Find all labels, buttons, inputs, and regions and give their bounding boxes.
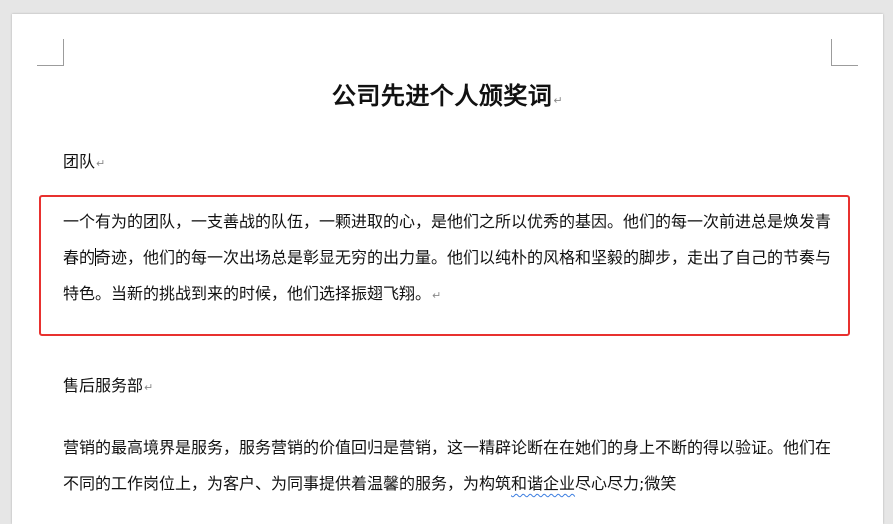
paragraph-after-sales[interactable]: 营销的最高境界是服务，服务营销的价值回归是营销，这一精辟论断在在她们的身上不断的… <box>63 430 838 502</box>
margin-corner-top-right <box>831 39 858 66</box>
margin-corner-top-left <box>37 39 64 66</box>
paragraph-mark-icon: ↵ <box>144 381 154 394</box>
paragraph-mark-icon: ↵ <box>96 157 106 170</box>
section-heading-team[interactable]: 团队↵ <box>63 148 105 172</box>
document-page[interactable]: 公司先进个人颁奖词↵ 团队↵ 一个有为的团队，一支善战的队伍，一颗进取的心，是他… <box>12 14 883 524</box>
spellcheck-flagged-text[interactable]: 和谐企业 <box>511 474 575 493</box>
document-title[interactable]: 公司先进个人颁奖词↵ <box>12 76 883 111</box>
section-heading-after-sales[interactable]: 售后服务部↵ <box>63 372 153 396</box>
highlight-annotation-box <box>39 195 850 336</box>
paragraph-mark-icon: ↵ <box>553 94 564 107</box>
